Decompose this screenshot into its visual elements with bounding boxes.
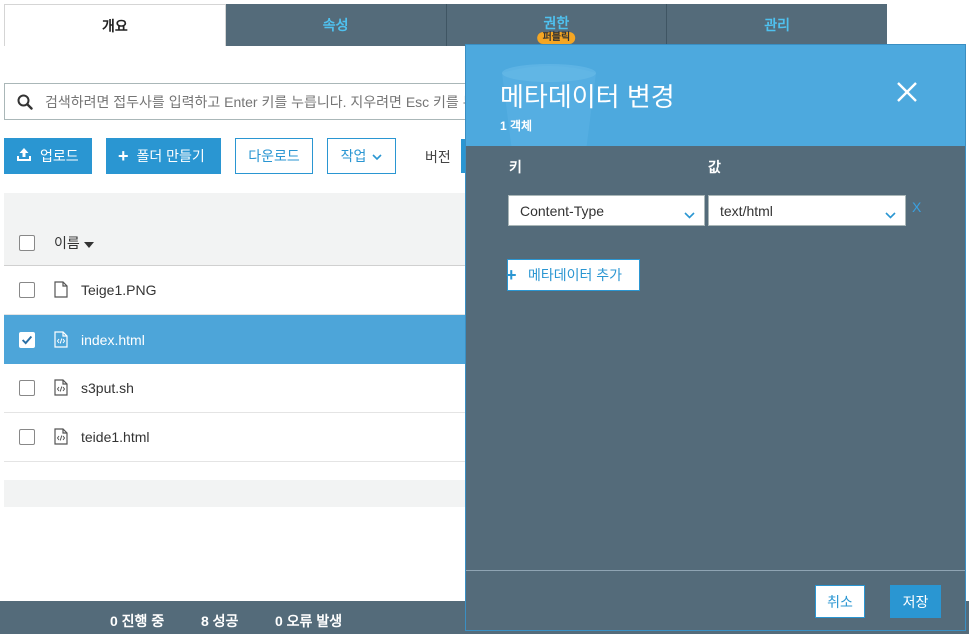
name-column-header[interactable]: 이름: [54, 233, 94, 253]
tab-management[interactable]: 관리: [667, 4, 887, 46]
cancel-label: 취소: [827, 593, 853, 610]
versions-label: 버전: [425, 149, 451, 165]
search-icon: [5, 94, 45, 110]
tab-management-label: 관리: [764, 17, 790, 33]
row-checkbox[interactable]: [19, 282, 35, 298]
download-label: 다운로드: [248, 148, 300, 164]
file-icon: [54, 281, 70, 299]
actions-dropdown[interactable]: 작업: [327, 138, 396, 174]
code-file-icon: [54, 330, 70, 349]
metadata-key-select[interactable]: Content-Type: [508, 195, 705, 226]
metadata-value-value: text/html: [720, 202, 773, 219]
status-errors: 0 오류 발생: [275, 613, 343, 629]
metadata-value-select[interactable]: text/html: [708, 195, 906, 226]
public-badge: 퍼블릭: [537, 32, 576, 44]
key-column-label: 키: [509, 159, 522, 175]
save-button[interactable]: 저장: [890, 585, 941, 618]
code-file-icon: [54, 428, 70, 446]
search-input[interactable]: [45, 93, 465, 110]
table-row[interactable]: Teige1.PNG: [4, 266, 466, 315]
table-toolbar-band: [4, 193, 466, 220]
save-label: 저장: [902, 593, 929, 610]
table-row[interactable]: index.html: [4, 315, 466, 364]
metadata-key-value: Content-Type: [520, 202, 605, 219]
file-name[interactable]: index.html: [81, 332, 145, 348]
dialog-footer-divider: [466, 570, 965, 571]
table-header-row: 이름: [4, 220, 466, 266]
tab-permissions[interactable]: 권한 퍼블릭: [446, 4, 668, 46]
row-checkbox[interactable]: [19, 429, 35, 445]
close-icon[interactable]: [896, 81, 918, 103]
change-metadata-dialog: 메타데이터 변경 1 객체 키 값 Content-Type text/html…: [465, 44, 966, 631]
table-row[interactable]: s3put.sh: [4, 364, 466, 413]
upload-icon: [16, 147, 32, 166]
code-file-icon: [54, 379, 70, 397]
value-column-label: 값: [708, 159, 721, 175]
file-name[interactable]: teide1.html: [81, 429, 149, 445]
row-checkbox[interactable]: [19, 331, 35, 348]
tab-overview[interactable]: 개요: [4, 4, 226, 46]
chevron-down-icon: [684, 206, 695, 222]
add-metadata-button[interactable]: + 메타데이터 추가: [506, 259, 640, 291]
tab-overview-label: 개요: [101, 17, 128, 34]
table-row[interactable]: teide1.html: [4, 413, 466, 462]
upload-label: 업로드: [40, 148, 79, 164]
dialog-subtitle: 1 객체: [500, 119, 533, 133]
search-box: [4, 83, 474, 120]
select-all-checkbox[interactable]: [19, 234, 35, 251]
create-folder-label: 폴더 만들기: [136, 148, 205, 164]
create-folder-button[interactable]: + 폴더 만들기: [106, 138, 221, 174]
plus-icon: +: [506, 265, 517, 285]
dialog-header: 메타데이터 변경 1 객체: [466, 45, 965, 146]
chevron-down-icon: [885, 206, 896, 222]
plus-icon: +: [118, 146, 129, 166]
upload-button[interactable]: 업로드: [4, 138, 92, 174]
sort-desc-icon: [83, 235, 94, 251]
name-header-label: 이름: [54, 234, 80, 251]
tab-bar: 개요 속성 권한 퍼블릭 관리: [4, 4, 887, 46]
download-button[interactable]: 다운로드: [235, 138, 313, 174]
chevron-down-icon: [372, 148, 382, 164]
add-metadata-label: 메타데이터 추가: [528, 267, 623, 283]
cancel-button[interactable]: 취소: [815, 585, 865, 618]
table-footer-band: [4, 480, 466, 507]
status-in-progress: 0 진행 중: [110, 613, 165, 629]
dialog-title: 메타데이터 변경: [500, 82, 675, 112]
status-succeeded: 8 성공: [201, 613, 239, 629]
row-checkbox[interactable]: [19, 380, 35, 396]
actions-label: 작업: [340, 148, 367, 164]
tab-properties-label: 속성: [322, 17, 349, 33]
file-name[interactable]: s3put.sh: [81, 380, 134, 396]
tab-properties[interactable]: 속성: [225, 4, 447, 46]
file-name[interactable]: Teige1.PNG: [81, 282, 156, 298]
remove-metadata-button[interactable]: X: [912, 199, 921, 215]
tab-permissions-label: 권한: [543, 15, 570, 31]
